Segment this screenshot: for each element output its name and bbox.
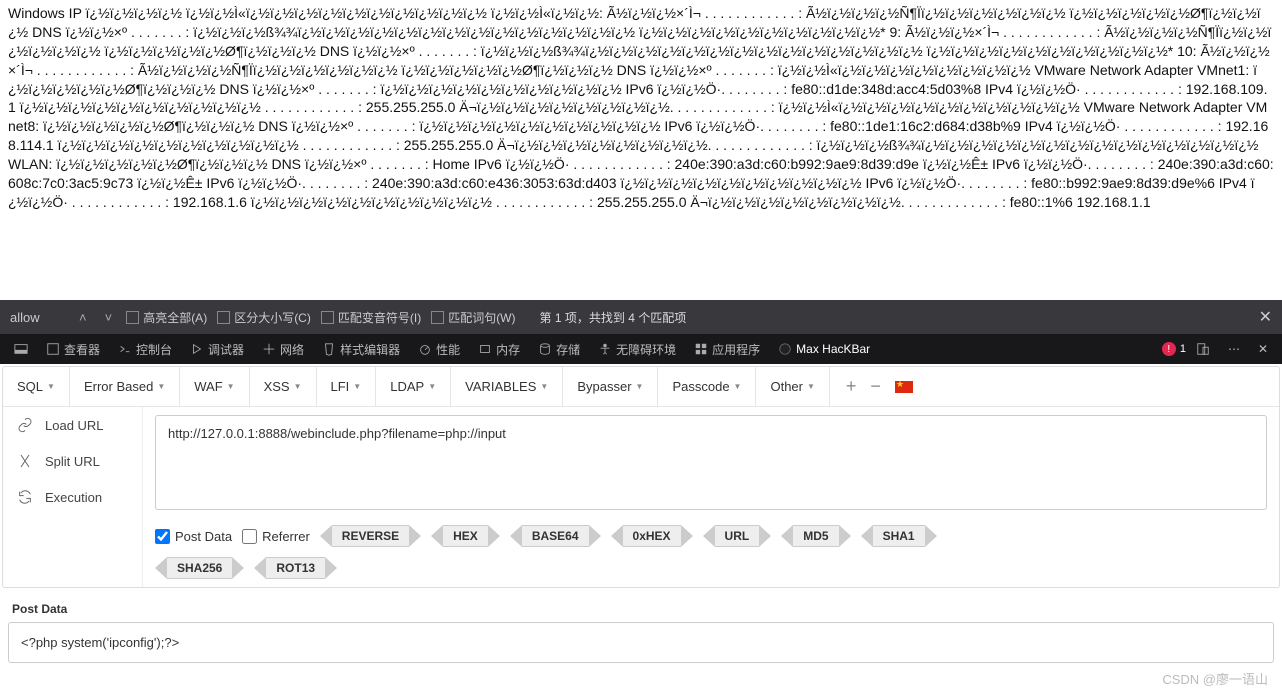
menu-waf[interactable]: WAF▼	[180, 367, 249, 407]
encoder-rot13[interactable]: ROT13	[254, 557, 337, 579]
tab-inspector[interactable]: 查看器	[38, 334, 108, 364]
menu-bypasser[interactable]: Bypasser▼	[563, 367, 658, 407]
menu-lfi[interactable]: LFI▼	[317, 367, 377, 407]
whole-word-checkbox[interactable]: 匹配词句(W)	[431, 309, 515, 326]
find-status: 第 1 项，共找到 4 个匹配项	[540, 309, 687, 326]
error-count[interactable]: !1	[1162, 342, 1186, 356]
find-prev-icon[interactable]: ˄	[75, 310, 91, 325]
post-data-input[interactable]: <?php system('ipconfig');?>	[8, 622, 1274, 663]
tab-accessibility[interactable]: 无障碍环境	[590, 334, 684, 364]
add-button[interactable]: +	[846, 376, 857, 397]
find-input[interactable]	[10, 310, 65, 325]
menu-variables[interactable]: VARIABLES▼	[451, 367, 563, 407]
highlight-all-checkbox[interactable]: 高亮全部(A)	[126, 309, 207, 326]
encoder-0xhex[interactable]: 0xHEX	[611, 525, 693, 547]
referrer-checkbox[interactable]: Referrer	[242, 529, 310, 544]
tab-network[interactable]: 网络	[254, 334, 312, 364]
tab-console[interactable]: 控制台	[110, 334, 180, 364]
tab-memory[interactable]: 内存	[470, 334, 528, 364]
hackbar-menu-bar: SQL▼Error Based▼WAF▼XSS▼LFI▼LDAP▼VARIABL…	[3, 367, 1279, 407]
encoder-sha1[interactable]: SHA1	[861, 525, 937, 547]
watermark: CSDN @廖一语山	[1162, 669, 1268, 688]
dock-icon[interactable]	[6, 334, 36, 364]
close-icon[interactable]: ✕	[1259, 307, 1272, 327]
menu-sql[interactable]: SQL▼	[3, 367, 70, 407]
post-data-checkbox[interactable]: Post Data	[155, 529, 232, 544]
encoder-md5[interactable]: MD5	[781, 525, 850, 547]
tab-performance[interactable]: 性能	[410, 334, 468, 364]
tab-debugger[interactable]: 调试器	[182, 334, 252, 364]
encoder-sha256[interactable]: SHA256	[155, 557, 244, 579]
split-url-button[interactable]: Split URL	[3, 443, 142, 479]
menu-passcode[interactable]: Passcode▼	[658, 367, 756, 407]
encoder-reverse[interactable]: REVERSE	[320, 525, 421, 547]
responsive-icon[interactable]	[1188, 334, 1218, 364]
tab-style[interactable]: 样式编辑器	[314, 334, 408, 364]
post-data-section: Post Data <?php system('ipconfig');?>	[8, 590, 1274, 663]
menu-other[interactable]: Other▼	[756, 367, 829, 407]
encoder-url[interactable]: URL	[703, 525, 772, 547]
match-case-checkbox[interactable]: 区分大小写(C)	[217, 309, 311, 326]
find-bar: ˄ ˅ 高亮全部(A) 区分大小写(C) 匹配变音符号(I) 匹配词句(W) 第…	[0, 300, 1282, 334]
hackbar-panel: SQL▼Error Based▼WAF▼XSS▼LFI▼LDAP▼VARIABL…	[2, 366, 1280, 588]
encoder-hex[interactable]: HEX	[431, 525, 500, 547]
load-url-button[interactable]: Load URL	[3, 407, 142, 443]
devtools-close-icon[interactable]: ✕	[1250, 334, 1276, 364]
find-next-icon[interactable]: ˅	[101, 310, 117, 325]
remove-button[interactable]: −	[870, 376, 881, 397]
url-input[interactable]: http://127.0.0.1:8888/webinclude.php?fil…	[155, 415, 1267, 510]
post-data-label: Post Data	[8, 590, 1274, 622]
tab-application[interactable]: 应用程序	[686, 334, 768, 364]
menu-xss[interactable]: XSS▼	[250, 367, 317, 407]
devtools-tabs: 查看器 控制台 调试器 网络 样式编辑器 性能 内存 存储 无障碍环境 应用程序…	[0, 334, 1282, 364]
menu-error-based[interactable]: Error Based▼	[70, 367, 180, 407]
more-icon[interactable]: ⋯	[1220, 334, 1248, 364]
flag-icon[interactable]	[895, 381, 913, 393]
tab-hackbar[interactable]: Max HacKBar	[770, 334, 878, 364]
menu-ldap[interactable]: LDAP▼	[376, 367, 451, 407]
diacritics-checkbox[interactable]: 匹配变音符号(I)	[321, 309, 421, 326]
command-output: Windows IP ï¿½ï¿½ï¿½ï¿½ ï¿½ï¿½Ì«ï¿½ï¿½ï¿…	[0, 0, 1282, 300]
tab-storage[interactable]: 存储	[530, 334, 588, 364]
execution-button[interactable]: Execution	[3, 479, 142, 515]
encoder-base64[interactable]: BASE64	[510, 525, 601, 547]
